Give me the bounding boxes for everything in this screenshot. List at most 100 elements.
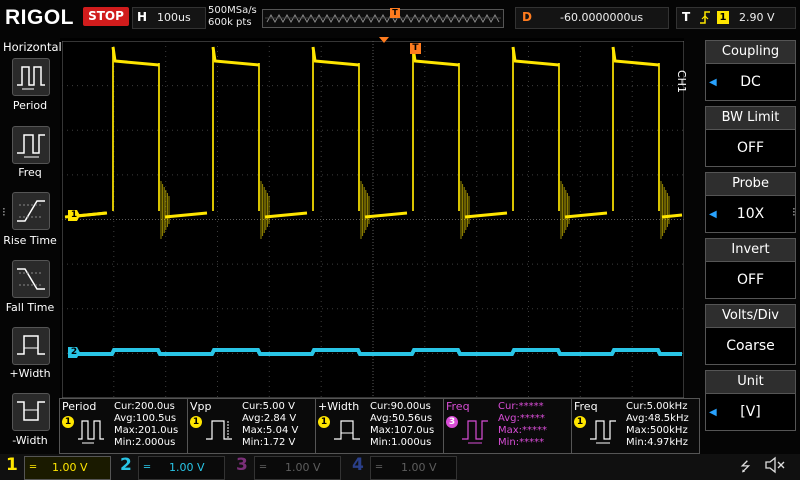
channel-1-button[interactable]: ═ 1.00 V [24,456,111,480]
menu-invert[interactable]: OFF [705,261,796,299]
trigger-letter: T [682,10,691,24]
coupling-arrow-icon: ◀ [709,77,717,88]
sample-rate: 500MSa/s [208,5,257,16]
horizontal-letter: H [137,10,148,24]
sidebar-label-positive-width: +Width [9,367,51,380]
dc-coupling-icon: ═ [376,462,383,473]
delay-display[interactable]: D -60.0000000us [515,7,669,29]
memory-trigger-marker: T [390,8,400,18]
sidebar-item-rise-time[interactable] [12,192,50,230]
measurement-average: Avg:50.56us [370,413,433,424]
channel-4-scale: 1.00 V [401,461,437,474]
coupling-value: DC [740,74,761,90]
sidebar-label-fall-time: Fall Time [5,301,55,314]
dc-coupling-icon: ═ [144,462,151,473]
period-icon [17,66,45,90]
measurement-max: Max:500kHz [626,425,688,436]
dc-coupling-icon: ═ [260,462,267,473]
sidebar-item-fall-time[interactable] [12,260,50,298]
measurement-source-badge: 1 [318,416,330,428]
panel-position-dots: ⁝ [792,205,796,219]
measurement-current: Cur:5.00kHz [626,401,688,412]
trigger-point-marker: T [410,43,421,54]
channel-3-number: 3 [236,455,248,475]
unit-value: [V] [740,404,761,420]
sidebar-title: Horizontal [3,40,62,54]
measurement-min: Min:2.000us [114,437,176,448]
memory-depth: 600k pts [208,17,252,28]
menu-bw-limit[interactable]: OFF [705,129,796,167]
measurement-min: Min:1.000us [370,437,432,448]
channel-4-button[interactable]: ═ 1.00 V [370,456,457,480]
trigger-source-badge: 1 [717,11,729,24]
measurement-min: Min:4.97kHz [626,437,688,448]
measurement-source-badge: 1 [190,416,202,428]
delay-value: -60.0000000us [560,11,644,24]
measurement-current: Cur:5.00 V [242,401,295,412]
measurement-max: Max:201.0us [114,425,179,436]
measurement-period[interactable]: Period 1 Cur:200.0us Avg:100.5us Max:201… [59,398,188,454]
channel-3-button[interactable]: ═ 1.00 V [254,456,341,480]
trigger-level: 2.90 V [739,11,775,24]
channel-3-scale: 1.00 V [285,461,321,474]
ch1-mid-segment [661,213,683,219]
measurement-min: Min:1.72 V [242,437,296,448]
measurement-vpp[interactable]: Vpp 1 Cur:5.00 V Avg:2.84 V Max:5.04 V M… [187,398,316,454]
probe-value: 10X [736,206,765,222]
measurement-name: Vpp [190,400,212,413]
measurement-name: Freq [574,400,598,413]
measurement-name: Freq [446,400,470,413]
measurement-source-badge: 1 [574,416,586,428]
measurement-min: Min:***** [498,437,545,448]
menu-unit[interactable]: [V] [705,393,796,431]
speaker-muted-icon[interactable] [764,456,786,478]
dc-coupling-icon: ═ [30,462,37,473]
frequency-icon [590,420,616,444]
timebase-display[interactable]: H 100us [132,7,206,29]
sidebar-item-negative-width[interactable] [12,393,50,431]
memory-overview-strip: T [262,8,504,28]
menu-title-unit: Unit [705,370,796,393]
channel-2-number: 2 [120,455,132,475]
measurement-average: Avg:***** [498,413,545,424]
sidebar-label-rise-time: Rise Time [3,234,57,247]
measurement-name: +Width [318,400,360,413]
run-stop-indicator[interactable]: STOP [83,7,129,26]
measurement-current: Cur:***** [498,401,544,412]
timebase-value: 100us [157,11,191,24]
frequency-icon [17,134,45,158]
menu-probe[interactable]: 10X [705,195,796,233]
delay-letter: D [522,10,532,24]
vpp-icon [206,420,232,440]
sidebar-item-positive-width[interactable] [12,327,50,365]
brand-logo: RIGOL [5,6,74,29]
negative-width-icon [17,401,45,421]
measurement-freq-ch3[interactable]: Freq 3 Cur:***** Avg:***** Max:***** Min… [443,398,572,454]
frequency-icon [462,420,488,444]
measurement-positive-width[interactable]: +Width 1 Cur:90.00us Avg:50.56us Max:107… [315,398,444,454]
measurement-source-badge: 1 [62,416,74,428]
usb-icon: ⭍ [740,460,751,475]
sidebar-item-freq[interactable] [12,126,50,164]
menu-title-volts-div: Volts/Div [705,304,796,327]
invert-value: OFF [736,272,765,288]
sidebar-label-freq: Freq [18,166,42,179]
menu-coupling[interactable]: DC [705,63,796,101]
trigger-display[interactable]: T 1 2.90 V [676,7,796,29]
measurement-average: Avg:100.5us [114,413,177,424]
measurement-average: Avg:2.84 V [242,413,297,424]
menu-title-bw-limit: BW Limit [705,106,796,129]
sidebar-label-period: Period [12,99,48,112]
sidebar-item-period[interactable] [12,58,50,96]
measurement-freq-ch1[interactable]: Freq 1 Cur:5.00kHz Avg:48.5kHz Max:500kH… [571,398,700,454]
menu-title-coupling: Coupling [705,40,796,63]
bw-limit-value: OFF [736,140,765,156]
trigger-position-arrow [379,37,389,43]
channel-1-scale: 1.00 V [52,461,88,474]
measurement-current: Cur:90.00us [370,401,431,412]
menu-volts-div[interactable]: Coarse [705,327,796,365]
channel-2-button[interactable]: ═ 1.00 V [138,456,225,480]
measurement-current: Cur:200.0us [114,401,175,412]
unit-arrow-icon: ◀ [709,407,717,418]
waveform-display[interactable] [62,41,684,398]
